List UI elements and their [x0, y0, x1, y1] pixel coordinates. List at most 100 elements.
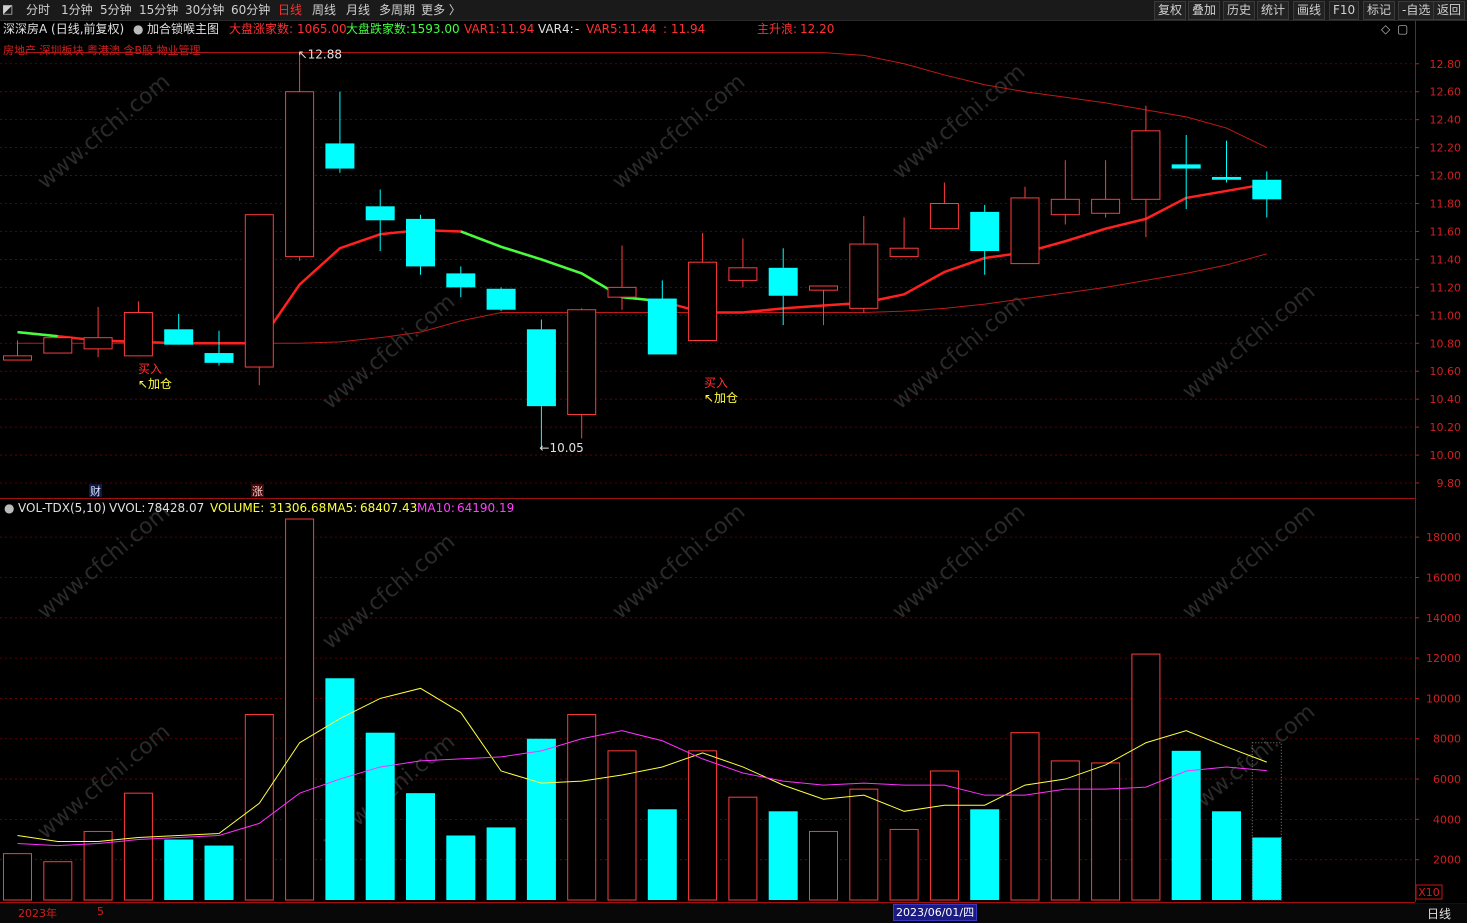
candle-body-down[interactable] — [365, 206, 395, 221]
volume-bar-down[interactable] — [526, 738, 556, 900]
candle-body-down[interactable] — [970, 211, 1000, 252]
candle-body-up[interactable] — [889, 247, 919, 258]
kline-chart[interactable]: 9.80 10.00 10.20 10.40 10.60 10.80 11.00 11.20 1… — [0, 0, 1467, 922]
volume-bar-down[interactable] — [446, 835, 476, 900]
low-price-label: ←10.05 — [539, 441, 583, 455]
volume-bar-up[interactable] — [688, 750, 718, 901]
candle-body-down[interactable] — [325, 143, 355, 169]
add-signal-label: ↖加仓 — [704, 391, 738, 405]
candle-body-down[interactable] — [1171, 164, 1201, 169]
volume-bar-down[interactable] — [204, 845, 234, 900]
date-cursor-label: 2023/06/01/四 — [893, 904, 978, 921]
vvol-label: VVOL: — [109, 501, 146, 515]
candle-body-up[interactable] — [567, 309, 597, 416]
candle-body-down[interactable] — [1212, 176, 1241, 180]
watermark-text: www.cfchi.com — [1178, 279, 1320, 404]
price-tick-label: 11.60 — [1430, 225, 1462, 238]
candle-body-up[interactable] — [285, 91, 315, 258]
price-tick-label: 10.80 — [1430, 337, 1462, 350]
volume-bar-down[interactable] — [486, 827, 516, 900]
volume-bar-up[interactable] — [889, 828, 919, 901]
volume-bar-up[interactable] — [1050, 760, 1080, 901]
ma5-label: MA5: — [327, 501, 358, 515]
candle-body-up[interactable] — [688, 261, 718, 341]
price-tick-label: 11.00 — [1430, 309, 1462, 322]
price-tick-label: 9.80 — [1437, 477, 1462, 490]
candle-body-up[interactable] — [83, 337, 113, 350]
candle-body-up[interactable] — [809, 285, 838, 291]
finance-marker: 财 — [90, 484, 101, 498]
period-indicator[interactable]: 日线 — [1427, 905, 1451, 922]
volume-bar-down[interactable] — [325, 678, 355, 900]
candle-body-down[interactable] — [486, 288, 516, 310]
candle-body-down[interactable] — [768, 267, 798, 296]
candle-body-up[interactable] — [1091, 198, 1121, 214]
volume-bar-down[interactable] — [768, 811, 798, 900]
candle-body-down[interactable] — [164, 329, 194, 345]
volume-bar-up[interactable] — [43, 861, 73, 901]
candle-body-up[interactable] — [244, 214, 274, 368]
candle-body-down[interactable] — [526, 329, 556, 407]
volume-indicator-name[interactable]: VOL-TDX(5,10) — [18, 500, 106, 516]
candle-body-down[interactable] — [1252, 179, 1282, 200]
volume-bar-up[interactable] — [285, 518, 315, 901]
candle-body-down[interactable] — [446, 273, 476, 288]
scale-marker: X10 — [1418, 886, 1440, 899]
vvol-value: 78428.07 — [147, 501, 205, 515]
watermark-text: www.cfchi.com — [33, 719, 175, 844]
price-tick-label: 11.20 — [1430, 281, 1462, 294]
volume-bar-up[interactable] — [1131, 653, 1161, 901]
candle-body-up[interactable] — [1010, 197, 1040, 265]
volume-bar-down[interactable] — [1212, 811, 1241, 900]
candle-body-up[interactable] — [3, 355, 32, 361]
candle-body-down[interactable] — [406, 218, 435, 267]
volume-bar-down[interactable] — [164, 839, 194, 900]
candle-body-up[interactable] — [1131, 130, 1161, 200]
candle-body-up[interactable] — [123, 312, 153, 357]
volume-bar-down[interactable] — [1171, 750, 1201, 900]
candle-body-up[interactable] — [1050, 198, 1080, 216]
price-tick-label: 10.40 — [1430, 393, 1462, 406]
ma-line-green — [17, 330, 58, 338]
volume-tick-label: 10000 — [1426, 692, 1461, 705]
volume-bar-down[interactable] — [1252, 837, 1282, 900]
date-axis-bar: 2023年 5 2023/06/01/四 日线 — [0, 903, 1467, 923]
volume-bar-up[interactable] — [728, 796, 758, 901]
volume-bar-down[interactable] — [406, 793, 435, 900]
volume-toggle-icon[interactable]: ● — [4, 500, 14, 516]
volume-bar-up[interactable] — [849, 788, 879, 901]
volume-bar-up[interactable] — [1091, 762, 1121, 901]
ma5-value: 68407.43 — [360, 501, 418, 515]
volume-bar-down[interactable] — [970, 809, 1000, 900]
price-tick-label: 10.60 — [1430, 365, 1462, 378]
price-tick-label: 12.20 — [1430, 142, 1462, 155]
volume-bar-up[interactable] — [123, 792, 153, 901]
ma10-value: 64190.19 — [457, 501, 515, 515]
buy-signal-label: 买入 — [138, 362, 162, 376]
volume-bar-down[interactable] — [365, 732, 395, 900]
volume-bar-up[interactable] — [567, 714, 597, 901]
candle-body-up[interactable] — [849, 243, 879, 309]
price-tick-label: 12.60 — [1430, 86, 1462, 99]
add-signal-label: ↖加仓 — [138, 377, 172, 391]
volume-bar-up[interactable] — [809, 830, 838, 901]
watermark-text: www.cfchi.com — [888, 499, 1030, 624]
volume-bar-up[interactable] — [244, 714, 274, 901]
buy-signal-label: 买入 — [704, 376, 728, 390]
volume-tick-label: 2000 — [1433, 854, 1461, 867]
volume-bar-up[interactable] — [3, 853, 32, 901]
ma10-label: MA10: — [417, 501, 455, 515]
volume-label: VOLUME: — [210, 501, 265, 515]
candle-body-up[interactable] — [43, 337, 73, 354]
year-label: 2023年 — [18, 907, 57, 920]
candle-body-down[interactable] — [204, 353, 234, 363]
high-price-label: ↖12.88 — [298, 48, 342, 62]
candle-body-down[interactable] — [647, 298, 677, 355]
candle-body-up[interactable] — [929, 203, 959, 230]
price-tick-label: 11.40 — [1430, 253, 1462, 266]
volume-bar-up[interactable] — [929, 770, 959, 901]
candle-body-up[interactable] — [607, 286, 637, 298]
candle-body-up[interactable] — [728, 267, 758, 281]
volume-bar-up[interactable] — [1010, 732, 1040, 901]
volume-bar-down[interactable] — [647, 809, 677, 900]
